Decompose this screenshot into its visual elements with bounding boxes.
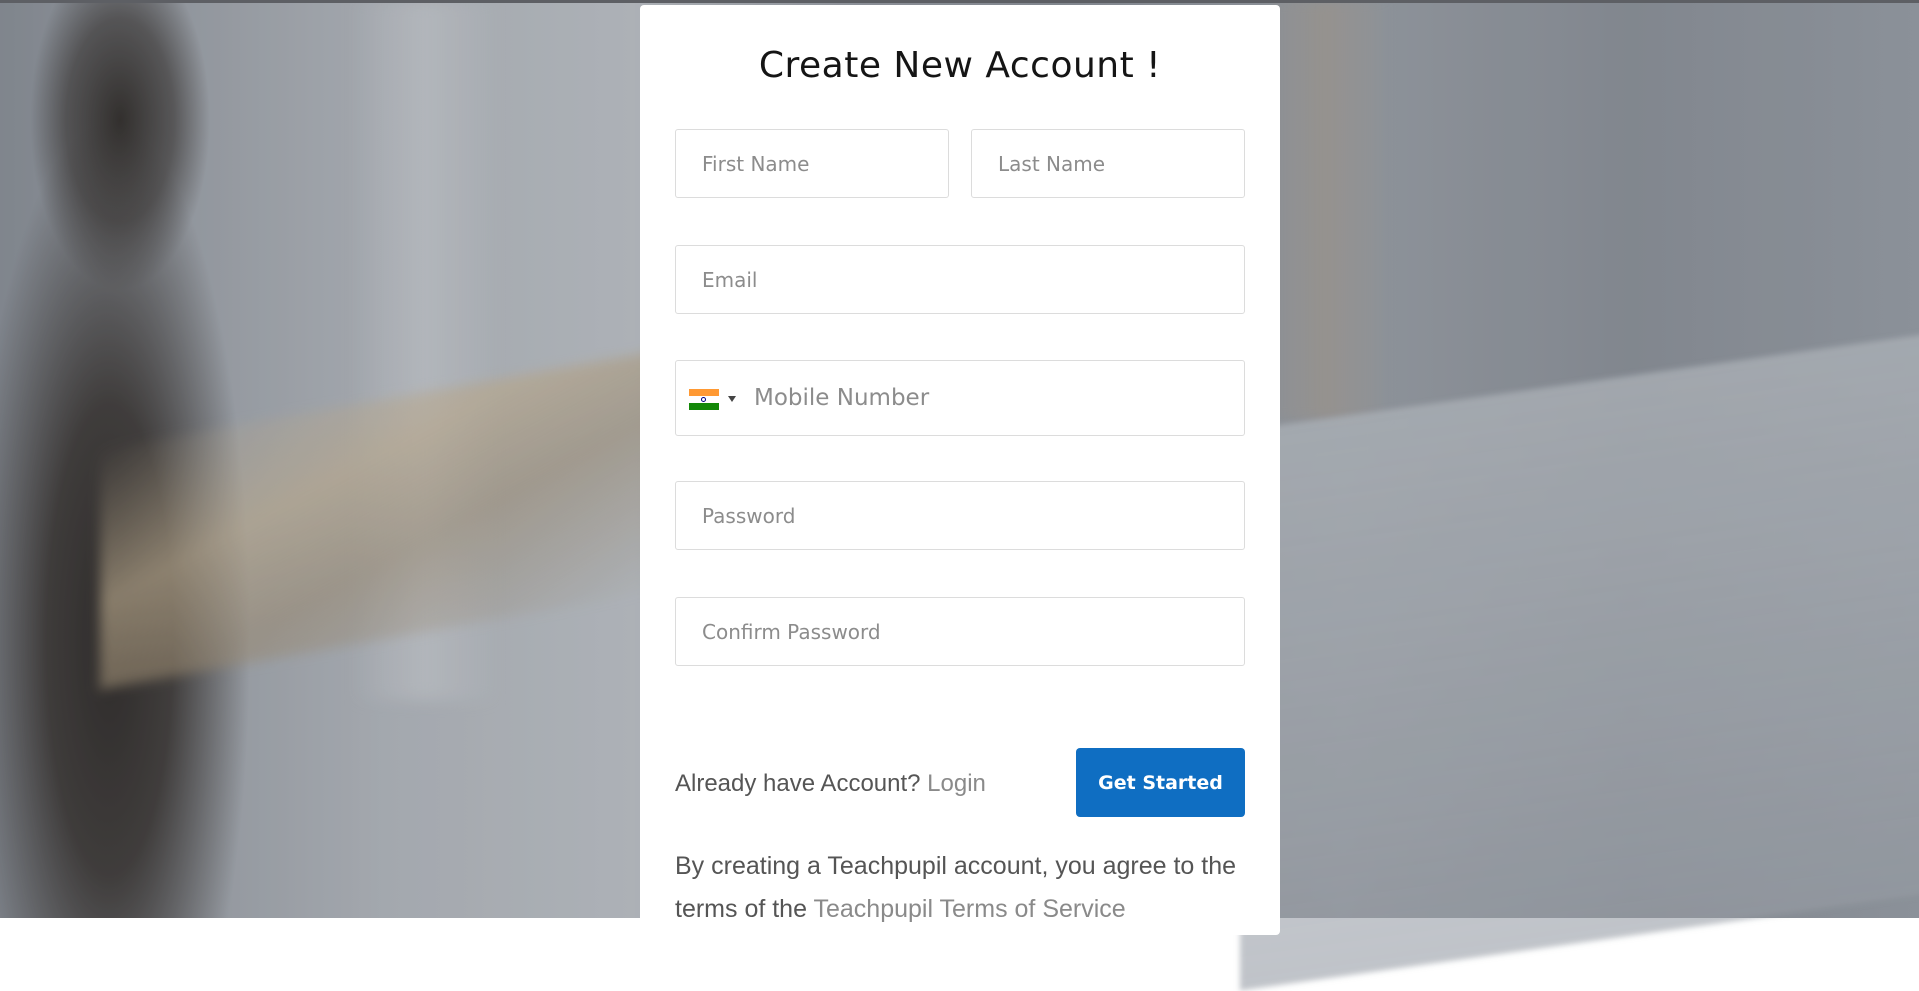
- page-title: Create New Account !: [758, 45, 1162, 86]
- email-field[interactable]: [675, 245, 1245, 314]
- caret-down-icon: [728, 396, 736, 402]
- signup-card: Create New Account ! Already have Accoun…: [640, 5, 1280, 935]
- get-started-button[interactable]: Get Started: [1076, 748, 1245, 817]
- login-link[interactable]: Login: [927, 770, 986, 797]
- country-code-dropdown[interactable]: [689, 389, 741, 411]
- password-field[interactable]: [675, 481, 1245, 550]
- last-name-field[interactable]: [971, 129, 1245, 198]
- mobile-number-field[interactable]: [754, 362, 1234, 434]
- india-flag-icon: [689, 389, 719, 410]
- terms-of-service-link[interactable]: Teachpupil Terms of Service: [814, 895, 1126, 923]
- terms-notice: By creating a Teachpupil account, you ag…: [675, 845, 1245, 931]
- top-border: [0, 0, 1919, 3]
- confirm-password-field[interactable]: [675, 597, 1245, 666]
- login-prompt-text: Already have Account?: [675, 770, 928, 797]
- login-prompt: Already have Account? Login: [675, 770, 986, 798]
- first-name-field[interactable]: [675, 129, 949, 198]
- mobile-number-group: [675, 360, 1245, 436]
